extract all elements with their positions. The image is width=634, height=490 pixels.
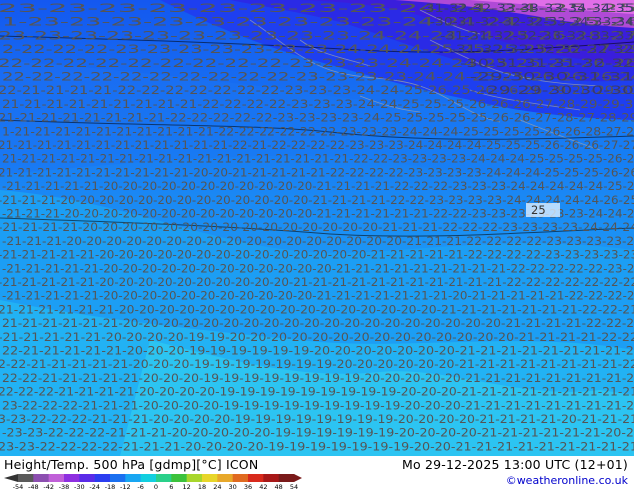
legend-tick-label: -12 — [120, 483, 131, 490]
legend-arrow-right — [294, 474, 302, 482]
temperature-label-row: 22-21-21-21-21-21-20-20-20-19-19-19-19-1… — [2, 344, 634, 358]
legend-tick-label: -48 — [28, 483, 39, 490]
temperature-label-row: 21-21-21-21-21-21-21-21-22-22-22-22-22-2… — [0, 111, 634, 125]
temperature-label-row-northeast: -29-30-30-31-31 — [470, 70, 634, 84]
temperature-label-row: -21-21-21-21-21-20-20-20-20-20-20-20-20-… — [2, 179, 634, 193]
temperature-label-row: 23-22-22-22-21-21-21-20-20-20-20-19-19-1… — [2, 398, 634, 412]
credit-link[interactable]: ©weatheronline.co.uk — [506, 474, 628, 487]
legend-swatch — [278, 474, 295, 482]
legend-swatch — [263, 474, 279, 482]
legend-swatch — [202, 474, 218, 482]
temperature-label-row: -21-21-21-21-21-20-20-20-20-20-20-20-20-… — [0, 275, 634, 289]
legend-tick-label: 18 — [198, 483, 206, 490]
temperature-label-row: -21-21-21-20-20-20-20-20-20-20-20-20-20-… — [2, 234, 634, 248]
legend-swatch — [79, 474, 95, 482]
product-label: Height/Temp. 500 hPa [gdmp][°C] ICON — [4, 457, 259, 472]
legend-swatch — [94, 474, 111, 482]
legend-swatch — [171, 474, 187, 482]
legend-tick-label: -6 — [137, 483, 143, 490]
legend-tick-label: -54 — [13, 483, 24, 490]
legend-swatch — [18, 474, 34, 482]
legend-swatch — [64, 474, 80, 482]
temperature-label-row: 3-23-22-22-22-21-21-21-20-20-20-20-19-19… — [0, 412, 634, 426]
temperature-label-row: 22-22-21-21-21-21-21-20-20-20-19-19-19-1… — [2, 371, 634, 385]
legend-arrow-left — [4, 474, 18, 482]
legend-tick-label: 48 — [275, 483, 283, 490]
temperature-label-row: 21-21-21-21-21-21-20-20-20-20-20-20-20-2… — [2, 316, 634, 330]
temperature-label-row: 23-23-22-22-22-22-21-21-21-20-20-20-20-1… — [0, 439, 634, 453]
legend-tick-label: 12 — [183, 483, 191, 490]
temperature-label-row: 21-21-21-21-21-21-21-21-21-21-21-21-21-2… — [2, 152, 634, 166]
temperature-label-row: -21-21-21-21-21-20-20-20-20-20-20-20-20-… — [2, 289, 634, 303]
value-callout: 25 — [531, 203, 546, 217]
legend-tick-label: -42 — [43, 483, 54, 490]
map-footer: Height/Temp. 500 hPa [gdmp][°C] ICON Mo … — [0, 456, 634, 490]
legend-swatch — [33, 474, 49, 482]
temperature-label-row: 1-21-21-21-21-21-21-21-21-21-21-22-22-22… — [2, 124, 634, 138]
valid-time: Mo 29-12-2025 13:00 UTC (12+01) — [401, 457, 628, 472]
legend-tick-label: 30 — [229, 483, 237, 490]
temperature-label-row: 2-22-21-21-21-21-21-20-20-20-19-19-19-19… — [0, 357, 634, 371]
map-canvas: 23-23-23-23-23-23-23-23-24-24-24-25-251-… — [0, 0, 634, 456]
temperature-label-row: 21-21-21-21-21-21-21-21-21-22-22-22-22-2… — [2, 97, 634, 111]
legend-tick-label: 0 — [154, 483, 158, 490]
temperature-label-row-northeast: -29-29-30-30-30 — [480, 83, 634, 97]
legend-tick-label: -30 — [74, 483, 85, 490]
legend-swatch — [232, 474, 249, 482]
legend-swatch — [156, 474, 172, 482]
temperature-label-row: -21-21-21-21-21-20-20-20-20-20-20-20-20-… — [2, 261, 634, 275]
legend-tick-label: 42 — [259, 483, 267, 490]
temperature-label-row-northeast: -31-31-32-32-33-33-33-33 — [440, 28, 634, 42]
legend-tick-label: 24 — [213, 483, 221, 490]
temperature-label-row: -21-21-21-21-21-20-20-20-20-20-20-20-20-… — [0, 248, 634, 262]
temperature-label-row: 21-21-21-21-21-21-21-21-21-21-20-20-21-2… — [0, 165, 634, 179]
temperature-label-row: 22-22-22-21-21-21-21-20-20-20-20-19-19-1… — [0, 385, 634, 399]
legend-swatch — [217, 474, 233, 482]
weather-map: 23-23-23-23-23-23-23-23-24-24-24-25-25 1-… — [0, 0, 634, 456]
legend-tick-label: -24 — [89, 483, 100, 490]
temperature-label-row: -21-21-21-21-20-20-20-20-20-20-20-20-20-… — [0, 220, 634, 234]
legend-tick-label: -38 — [59, 483, 70, 490]
legend-swatch — [125, 474, 141, 482]
legend-swatch — [186, 474, 203, 482]
temperature-label-row-northeast: -31-32-32-32-32-32-32 — [450, 42, 634, 56]
temperature-label-row: -21-21-21-21-21-20-20-20-20-19-19-20-20-… — [0, 330, 634, 344]
legend-tick-label: -18 — [105, 483, 116, 490]
color-scale-legend: -54 -48 -42 -38 -30 -24 -18 -12 -6 0 6 12 18 24 30 36 42… — [4, 474, 302, 490]
legend-swatch — [48, 474, 65, 482]
legend-tick-label: 6 — [169, 483, 173, 490]
temperature-label-row: 21-21-21-21-21-21-21-21-21-21-21-21-22-2… — [0, 138, 634, 152]
temperature-label-row: -23-23-22-22-22-21-21-21-20-20-20-20-20-… — [2, 426, 634, 440]
legend-swatch — [248, 474, 264, 482]
legend-swatch — [140, 474, 157, 482]
temperature-label-row-northeast: -30-31-32-32-32-33-34-33-34 — [430, 15, 634, 29]
temperature-label-row-northeast: -30-31-31-31-32-32 — [460, 56, 634, 70]
legend-tick-label: 36 — [244, 483, 252, 490]
temperature-label-row: 21-21-21-21-21-21-20-20-20-20-20-20-20-2… — [0, 302, 634, 316]
temperature-label-row-northeast: -31-32-32-33-33-33-34-34-35 — [420, 1, 634, 15]
legend-tick-label: 54 — [290, 483, 298, 490]
legend-swatch — [110, 474, 126, 482]
